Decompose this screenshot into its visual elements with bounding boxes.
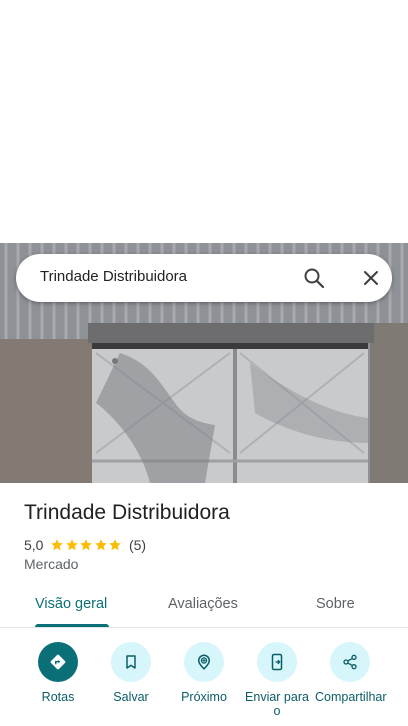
directions-button[interactable]: Rotas (18, 640, 98, 704)
review-count[interactable]: (5) (129, 537, 146, 553)
share-icon (330, 642, 370, 682)
share-label: Compartilhar (315, 690, 387, 704)
active-tab-indicator (35, 624, 109, 627)
close-icon[interactable] (359, 266, 383, 290)
star-icon (51, 539, 64, 551)
tab-overview[interactable]: Visão geral (35, 596, 107, 612)
tab-reviews[interactable]: Avaliações (168, 596, 238, 612)
rating-row[interactable]: 5,0 (5) (24, 536, 146, 554)
save-label: Salvar (113, 690, 149, 704)
search-input[interactable]: Trindade Distribuidora (40, 268, 187, 285)
search-icon[interactable] (302, 266, 326, 290)
nearby-label: Próximo (181, 690, 227, 704)
bookmark-icon (111, 642, 151, 682)
action-row: Rotas Salvar Próximo Enviar para o Compa… (0, 640, 408, 726)
nearby-icon (184, 642, 224, 682)
rating-stars (50, 538, 123, 552)
send-to-phone-icon (257, 642, 297, 682)
save-button[interactable]: Salvar (91, 640, 171, 704)
star-icon (95, 539, 107, 551)
tab-about[interactable]: Sobre (316, 596, 355, 612)
star-icon (80, 539, 93, 551)
directions-icon (38, 642, 78, 682)
star-icon (109, 539, 122, 551)
place-category: Mercado (24, 556, 79, 572)
star-icon (66, 539, 78, 551)
place-title: Trindade Distribuidora (24, 501, 230, 524)
share-button[interactable]: Compartilhar (310, 640, 390, 704)
search-bar[interactable]: Trindade Distribuidora (16, 254, 392, 302)
rating-value: 5,0 (24, 537, 44, 553)
nearby-button[interactable]: Próximo (164, 640, 244, 704)
map-area[interactable] (0, 0, 408, 243)
directions-label: Rotas (41, 690, 75, 704)
send-to-phone-button[interactable]: Enviar para o (237, 640, 317, 718)
send-to-phone-label: Enviar para o (245, 690, 309, 718)
tab-bar: Visão geral Avaliações Sobre (0, 582, 408, 628)
